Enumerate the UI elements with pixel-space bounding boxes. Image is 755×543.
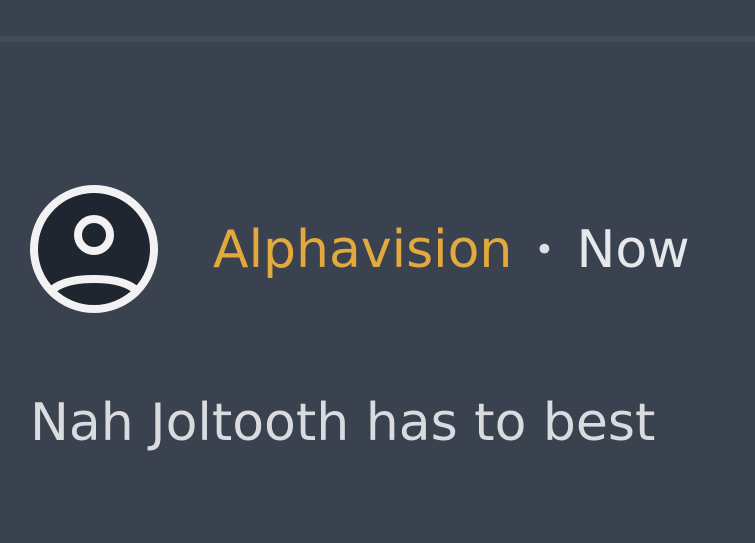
- timestamp: Now: [576, 220, 690, 280]
- avatar[interactable]: [28, 183, 160, 315]
- meta-separator: •: [534, 230, 555, 270]
- comment-item: Alphavision • Now Nah Joltooth has to be…: [0, 0, 755, 543]
- comment-text: Nah Joltooth has to best: [30, 393, 656, 453]
- author-name[interactable]: Alphavision: [213, 218, 512, 282]
- comment-panel: Alphavision • Now Nah Joltooth has to be…: [0, 0, 755, 543]
- comment-meta: Alphavision • Now: [213, 218, 690, 282]
- user-circle-icon: [30, 185, 158, 313]
